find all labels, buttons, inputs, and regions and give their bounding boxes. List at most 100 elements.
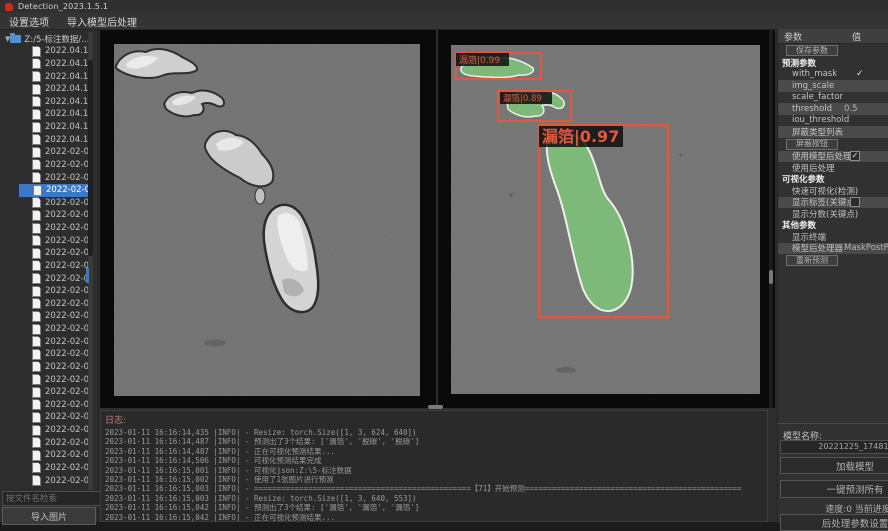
tree-file-item[interactable]: 2022-02-0... [1,335,89,348]
param-label: 显示标签(关键点) [792,196,858,208]
tree-file-item[interactable]: 2022-02-0... [1,171,89,184]
file-icon [32,437,41,448]
tree-file-item[interactable]: 2022-02-0... [1,298,89,311]
tree-file-item[interactable]: 2022-02-0... [1,310,89,323]
tree-item-label: 2022-02-0... [45,337,89,347]
image-vertical-scrollbar-handle[interactable] [769,270,773,284]
file-icon [32,273,41,284]
tree-item-label: 2022-02-0... [46,185,89,195]
tree-item-label: 2022-02-0... [45,274,89,284]
tree-file-item[interactable]: 2022-02-0 [1,474,89,487]
tree-file-item[interactable]: 2022-02-0... [1,260,89,273]
search-input[interactable] [2,491,102,506]
tree-file-item[interactable]: 2022-02-0... [1,323,89,336]
image-viewer-original[interactable] [100,30,436,408]
tree-file-item[interactable]: 2022.04.12... [1,108,89,121]
tree-root-item[interactable]: ▼ Z:/5-标注数据/... [1,32,89,45]
param-row[interactable]: 显示标签(关键点) [778,197,888,209]
param-row[interactable]: 显示分数(关键点) [778,208,888,220]
load-model-button[interactable]: 加载模型 [780,457,888,474]
tree-file-item[interactable]: 2022-02-0... [1,424,89,437]
tree-file-item[interactable]: 2022-02-0... [1,272,89,285]
tree-file-item[interactable]: 2022.04.12... [1,58,89,71]
tree-file-item[interactable]: 2022-02-0... [1,222,89,235]
tree-file-item[interactable]: 2022-02-0... [1,197,89,210]
param-row[interactable]: with_mask✓ [778,69,888,81]
tree-file-item[interactable]: 2022-02-0... [1,449,89,462]
tree-file-item[interactable]: 2022.04.12... [1,83,89,96]
param-row[interactable]: threshold0.5 [778,103,888,115]
image-vertical-scrollbar[interactable] [769,30,773,408]
param-row[interactable]: 屏蔽类型列表 [778,126,888,138]
tree-file-item[interactable]: 2022-02-0... [1,348,89,361]
tree-file-item[interactable]: 2022-02-0... [19,184,89,197]
param-row[interactable]: iou_threshold [778,115,888,127]
checkmark-icon[interactable]: ✓ [856,69,864,79]
param-row[interactable]: scale_factor [778,92,888,104]
detection-label: 漏箔|0.99 [459,54,500,66]
tree-file-item[interactable]: 2022-02-0... [1,373,89,386]
parameter-table-header: 参数 值 [778,29,888,44]
model-name-field[interactable]: 20221225_174813 [780,440,888,454]
tree-item-label: 2022-02-0... [45,286,89,296]
file-icon [32,46,41,57]
image-horizontal-scrollbar-handle[interactable] [428,405,443,409]
tree-file-item[interactable]: 2022-02-0... [1,159,89,172]
menu-item-0[interactable]: 设置选项 [0,13,58,29]
log-title: 日志: [105,413,767,426]
folder-icon [10,35,21,43]
file-icon [32,336,41,347]
tree-file-item[interactable]: 2022-02-0... [1,209,89,222]
tree-item-label: 2022-02-0... [45,147,89,157]
param-action-button[interactable]: 重新预测 [786,255,838,266]
tree-item-label: 2022-02-0... [45,400,89,410]
param-button-row: 保存参数 [778,44,888,57]
tree-file-item[interactable]: 2022-02-0... [1,386,89,399]
tree-scrollbar-handle[interactable] [88,60,93,256]
tree-file-item[interactable]: 2022-02-0... [1,146,89,159]
param-action-button[interactable]: 屏蔽按钮 [786,139,838,150]
tree-file-item[interactable]: 2022.04.12... [1,121,89,134]
file-tree[interactable]: ▼ Z:/5-标注数据/... 2022.04.12...2022.04.12.… [1,32,89,490]
file-icon [33,185,42,196]
window-title: Detection_2023.1.5.1 [18,2,108,11]
param-action-button[interactable]: 保存参数 [786,45,838,56]
param-row[interactable]: 使用后处理 [778,162,888,174]
param-row[interactable]: 使用模型后处理✓ [778,151,888,163]
log-line: 2023-01-11 16:16:15,042 |INFO| - 预测出了3个结… [105,503,767,512]
tree-root-label: Z:/5-标注数据/... [24,33,89,45]
image-viewer-prediction[interactable]: 漏箔|0.99 漏箔|0.89 漏箔|0.97 [438,30,775,408]
param-label: scale_factor [792,92,843,102]
checkbox-unchecked[interactable] [850,197,860,207]
tree-file-item[interactable]: 2022.04.12... [1,96,89,109]
tree-file-item[interactable]: 2022-02-0... [1,462,89,475]
tree-file-item[interactable]: 2022-02-0... [1,234,89,247]
menu-item-1[interactable]: 导入模型后处理 [58,13,146,29]
detection-label: 漏箔|0.89 [503,93,542,104]
tree-file-item[interactable]: 2022-02-0... [1,361,89,374]
log-panel[interactable]: 日志: 2023-01-11 16:16:14,435 |INFO| - Res… [100,410,768,522]
tree-file-item[interactable]: 2022-02-0... [1,411,89,424]
param-row[interactable]: 快速可视化(检测) [778,185,888,197]
param-row[interactable]: img_scale [778,80,888,92]
tree-file-item[interactable]: 2022.04.12... [1,45,89,58]
tree-file-item[interactable]: 2022-02-0... [1,436,89,449]
param-label: 显示分数(关键点) [792,208,858,220]
tree-file-item[interactable]: 2022-02-0... [1,247,89,260]
log-line: 2023-01-11 16:16:15,042 |INFO| - 正在可视化预测… [105,513,767,522]
tree-scrollbar[interactable] [88,32,93,490]
import-image-button[interactable]: 导入图片 [2,507,96,525]
file-icon [32,374,41,385]
tree-file-item[interactable]: 2022-02-0... [1,399,89,412]
tree-file-item[interactable]: 2022-02-0... [1,285,89,298]
postprocess-settings-button[interactable]: 后处理参数设置 [780,514,888,531]
tree-file-item[interactable]: 2022.04.12... [1,133,89,146]
checkbox-checked[interactable]: ✓ [850,151,860,161]
file-icon [32,147,41,158]
param-row[interactable]: 显示终端 [778,231,888,243]
predict-all-button[interactable]: 一键预测所有 [780,480,888,498]
param-row[interactable]: 模型后处理器MaskPostPro [778,243,888,255]
tree-item-label: 2022-02-0... [45,463,89,473]
param-label: threshold [792,104,832,114]
tree-file-item[interactable]: 2022.04.12... [1,70,89,83]
